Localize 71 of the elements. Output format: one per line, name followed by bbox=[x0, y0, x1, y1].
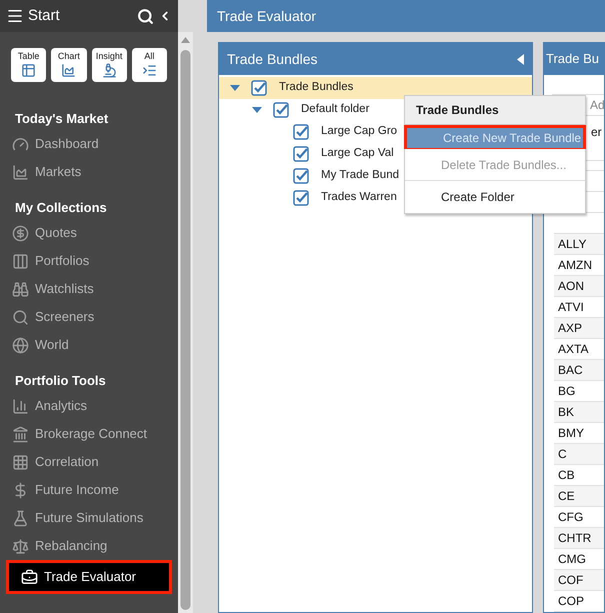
checkbox[interactable] bbox=[293, 146, 309, 162]
expand-caret-icon[interactable] bbox=[251, 105, 263, 115]
bank-icon bbox=[12, 426, 29, 442]
section-heading: My Collections bbox=[14, 199, 108, 218]
section-heading: Today's Market bbox=[14, 110, 110, 128]
panel-title: Trade Bundles bbox=[227, 50, 318, 68]
expand-caret-icon[interactable] bbox=[229, 83, 241, 93]
ticker-cell: ALLY bbox=[554, 234, 604, 255]
tree-label: My Trade Bund bbox=[321, 168, 399, 184]
area-chart-icon bbox=[61, 63, 76, 78]
checkbox[interactable] bbox=[293, 190, 309, 206]
panel-title: Trade Bu bbox=[546, 50, 599, 68]
nav-item[interactable]: Future Simulations bbox=[0, 504, 178, 532]
area-chart-icon bbox=[12, 164, 29, 180]
nav-item[interactable]: Watchlists bbox=[0, 275, 178, 303]
nav-item[interactable]: Correlation bbox=[0, 448, 178, 476]
microscope-icon bbox=[102, 63, 117, 78]
gauge-icon bbox=[12, 136, 29, 152]
briefcase-icon bbox=[21, 568, 38, 586]
menu-item[interactable]: Create New Trade Bundle bbox=[404, 125, 586, 149]
tree-label: Default folder bbox=[301, 102, 370, 118]
page-title: Trade Evaluator bbox=[217, 6, 316, 26]
search-icon bbox=[12, 308, 29, 326]
ticker-cell: CHTR bbox=[554, 528, 604, 549]
ticker-cell: AON bbox=[554, 276, 604, 297]
nav-item[interactable]: World bbox=[0, 331, 178, 359]
tree-label: Trades Warren bbox=[321, 190, 397, 206]
table-icon bbox=[21, 63, 36, 78]
nav-item[interactable]: Dashboard bbox=[0, 130, 178, 158]
tree-label: Trade Bundles bbox=[279, 80, 354, 96]
nav-item[interactable]: Screeners bbox=[0, 303, 178, 331]
bar-chart-icon bbox=[12, 398, 29, 414]
section-heading: Portfolio Tools bbox=[14, 372, 107, 390]
grid-icon bbox=[12, 454, 29, 470]
nav-item[interactable]: Brokerage Connect bbox=[0, 420, 178, 448]
nav-item[interactable]: Rebalancing bbox=[0, 532, 178, 560]
checkbox[interactable] bbox=[273, 102, 289, 118]
nav-item[interactable]: Markets bbox=[0, 158, 178, 186]
menu-item[interactable]: Create Folder bbox=[405, 181, 585, 213]
nav-item[interactable]: Future Income bbox=[0, 476, 178, 504]
tree-label: Large Cap Val bbox=[321, 146, 394, 162]
ticker-cell: C bbox=[554, 444, 604, 465]
menu-icon[interactable] bbox=[6, 7, 24, 25]
ticker-cell: BK bbox=[554, 402, 604, 423]
quick-button[interactable]: Insight bbox=[92, 48, 127, 82]
columns-icon bbox=[12, 252, 29, 270]
checkbox[interactable] bbox=[293, 168, 309, 184]
scale-icon bbox=[12, 538, 29, 554]
quick-button[interactable]: All bbox=[132, 48, 167, 82]
search-icon[interactable] bbox=[137, 8, 154, 24]
quick-button[interactable]: Chart bbox=[51, 48, 86, 82]
ticker-cell: COF bbox=[554, 570, 604, 591]
menu-title: Trade Bundles bbox=[405, 96, 585, 125]
ticker-cell: AXP bbox=[554, 318, 604, 339]
quick-button[interactable]: Table bbox=[11, 48, 46, 82]
tree-row[interactable]: Trade Bundles bbox=[219, 77, 532, 99]
checkbox[interactable] bbox=[251, 80, 267, 96]
nav-item[interactable]: Quotes bbox=[0, 219, 178, 247]
checkbox[interactable] bbox=[293, 124, 309, 140]
globe-icon bbox=[12, 336, 29, 354]
flask-icon bbox=[12, 510, 29, 526]
list-icon bbox=[142, 63, 157, 78]
binoculars-icon bbox=[12, 280, 29, 298]
ticker-cell: BAC bbox=[554, 360, 604, 381]
sidebar-title: Start bbox=[28, 6, 60, 26]
dollar-coin-icon bbox=[12, 224, 29, 242]
nav-item[interactable]: Portfolios bbox=[0, 247, 178, 275]
nav-item[interactable]: Analytics bbox=[0, 392, 178, 420]
tree-label: Large Cap Gro bbox=[321, 124, 398, 140]
nav-item[interactable]: Trade Evaluator bbox=[6, 560, 172, 594]
ticker-cell: CE bbox=[554, 486, 604, 507]
